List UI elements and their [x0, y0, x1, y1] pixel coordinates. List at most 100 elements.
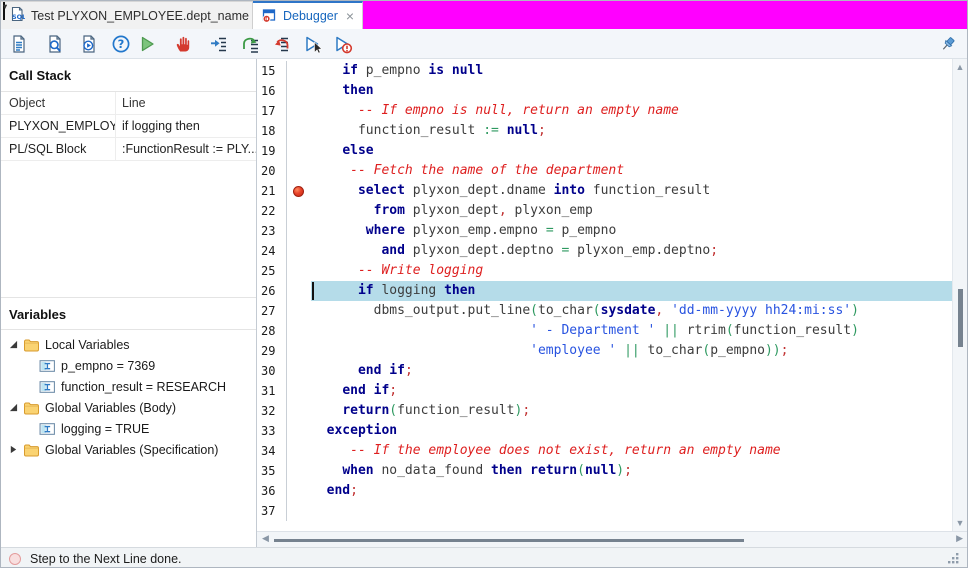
- code-text[interactable]: end;: [311, 481, 952, 501]
- breakpoint-gutter[interactable]: [287, 241, 311, 261]
- breakpoint-gutter[interactable]: [287, 501, 311, 521]
- tree-item[interactable]: function_result = RESEARCH: [1, 376, 256, 397]
- run-to-exception-button[interactable]: [331, 32, 355, 56]
- breakpoint-gutter[interactable]: [287, 341, 311, 361]
- code-text[interactable]: function_result := null;: [311, 121, 952, 141]
- run-to-cursor-button[interactable]: [301, 32, 325, 56]
- tree-item[interactable]: Global Variables (Specification): [1, 439, 256, 460]
- breakpoint-gutter[interactable]: [287, 81, 311, 101]
- line-number[interactable]: 30: [257, 361, 287, 381]
- tab-debugger[interactable]: Debugger ×: [253, 1, 363, 29]
- breakpoint-gutter[interactable]: [287, 61, 311, 81]
- line-number[interactable]: 24: [257, 241, 287, 261]
- browse-button[interactable]: ▾: [43, 32, 67, 56]
- break-button[interactable]: [171, 32, 195, 56]
- line-number[interactable]: 26: [257, 281, 287, 301]
- help-button[interactable]: ?: [109, 32, 133, 56]
- code-text[interactable]: if logging then: [311, 281, 952, 301]
- code-area[interactable]: 15 if p_empno is null 16 then 17 -- If emp…: [257, 59, 952, 531]
- code-text[interactable]: -- Write logging: [311, 261, 952, 281]
- horizontal-scrollbar-thumb[interactable]: [274, 539, 744, 542]
- breakpoint-gutter[interactable]: [287, 161, 311, 181]
- step-into-button[interactable]: [207, 32, 231, 56]
- line-number[interactable]: 28: [257, 321, 287, 341]
- breakpoint-gutter[interactable]: [287, 481, 311, 501]
- line-number[interactable]: 33: [257, 421, 287, 441]
- code-text[interactable]: then: [311, 81, 952, 101]
- tree-item[interactable]: Local Variables: [1, 334, 256, 355]
- breakpoint-gutter[interactable]: [287, 321, 311, 341]
- line-number[interactable]: 32: [257, 401, 287, 421]
- scroll-up-icon[interactable]: ▲: [953, 62, 967, 72]
- breakpoint-gutter[interactable]: [287, 301, 311, 321]
- breakpoint-gutter[interactable]: [287, 461, 311, 481]
- breakpoint-gutter[interactable]: [287, 281, 311, 301]
- pin-icon[interactable]: [937, 32, 959, 56]
- line-number[interactable]: 16: [257, 81, 287, 101]
- tree-item[interactable]: logging = TRUE: [1, 418, 256, 439]
- code-text[interactable]: -- Fetch the name of the department: [311, 161, 952, 181]
- line-number[interactable]: 15: [257, 61, 287, 81]
- breakpoint-gutter[interactable]: [287, 221, 311, 241]
- breakpoint-gutter[interactable]: [287, 101, 311, 121]
- code-text[interactable]: when no_data_found then return(null);: [311, 461, 952, 481]
- resume-execution-button[interactable]: [135, 32, 159, 56]
- breakpoint-gutter[interactable]: [287, 381, 311, 401]
- code-text[interactable]: ' - Department ' || rtrim(function_resul…: [311, 321, 952, 341]
- breakpoint-gutter[interactable]: [287, 401, 311, 421]
- line-number[interactable]: 36: [257, 481, 287, 501]
- line-number[interactable]: 20: [257, 161, 287, 181]
- scroll-down-icon[interactable]: ▼: [953, 518, 967, 528]
- code-text[interactable]: from plyxon_dept, plyxon_emp: [311, 201, 952, 221]
- code-text[interactable]: dbms_output.put_line(to_char(sysdate, 'd…: [311, 301, 952, 321]
- line-number[interactable]: 37: [257, 501, 287, 521]
- code-text[interactable]: end if;: [311, 361, 952, 381]
- code-text[interactable]: return(function_result);: [311, 401, 952, 421]
- breakpoint-gutter[interactable]: [287, 261, 311, 281]
- breakpoint-gutter[interactable]: [287, 441, 311, 461]
- breakpoint-gutter[interactable]: [287, 181, 311, 201]
- code-text[interactable]: if p_empno is null: [311, 61, 952, 81]
- line-number[interactable]: 19: [257, 141, 287, 161]
- breakpoint-gutter[interactable]: [287, 421, 311, 441]
- tree-item[interactable]: Global Variables (Body): [1, 397, 256, 418]
- step-over-button[interactable]: [239, 32, 263, 56]
- code-text[interactable]: 'employee ' || to_char(p_empno));: [311, 341, 952, 361]
- code-text[interactable]: select plyxon_dept.dname into function_r…: [311, 181, 952, 201]
- line-number[interactable]: 34: [257, 441, 287, 461]
- breakpoint-gutter[interactable]: [287, 141, 311, 161]
- collapse-icon[interactable]: [9, 403, 23, 412]
- code-text[interactable]: [311, 501, 952, 521]
- line-number[interactable]: 23: [257, 221, 287, 241]
- code-text[interactable]: end if;: [311, 381, 952, 401]
- code-text[interactable]: where plyxon_emp.empno = p_empno: [311, 221, 952, 241]
- collapse-icon[interactable]: [9, 340, 23, 349]
- code-text[interactable]: else: [311, 141, 952, 161]
- vertical-scrollbar-thumb[interactable]: [958, 289, 963, 347]
- line-number[interactable]: 17: [257, 101, 287, 121]
- code-text[interactable]: -- If the employee does not exist, retur…: [311, 441, 952, 461]
- step-out-button[interactable]: [269, 32, 293, 56]
- breakpoint-gutter[interactable]: [287, 361, 311, 381]
- line-number[interactable]: 21: [257, 181, 287, 201]
- tab-test-window[interactable]: SQL Test PLYXON_EMPLOYEE.dept_name ×: [1, 1, 253, 29]
- code-text[interactable]: exception: [311, 421, 952, 441]
- line-number[interactable]: 22: [257, 201, 287, 221]
- new-window-button[interactable]: ▾: [7, 32, 31, 56]
- test-window-button[interactable]: ▾: [77, 32, 101, 56]
- breakpoint-gutter[interactable]: [287, 201, 311, 221]
- call-stack-row[interactable]: PLYXON_EMPLOYEEif logging then: [1, 115, 256, 138]
- vertical-scrollbar[interactable]: ▲ ▼: [952, 59, 967, 531]
- line-number[interactable]: 25: [257, 261, 287, 281]
- chevron-down-icon[interactable]: ▾: [3, 2, 5, 20]
- breakpoint-marker[interactable]: [293, 186, 304, 197]
- line-number[interactable]: 31: [257, 381, 287, 401]
- resize-grip-icon[interactable]: [948, 553, 959, 564]
- call-stack-row[interactable]: PL/SQL Block:FunctionResult := PLY...: [1, 138, 256, 161]
- close-icon[interactable]: ×: [344, 9, 356, 23]
- line-number[interactable]: 27: [257, 301, 287, 321]
- code-text[interactable]: -- If empno is null, return an empty nam…: [311, 101, 952, 121]
- horizontal-scrollbar[interactable]: ◀ ▶: [257, 531, 967, 547]
- scroll-left-icon[interactable]: ◀: [262, 533, 269, 544]
- expand-icon[interactable]: [9, 445, 23, 454]
